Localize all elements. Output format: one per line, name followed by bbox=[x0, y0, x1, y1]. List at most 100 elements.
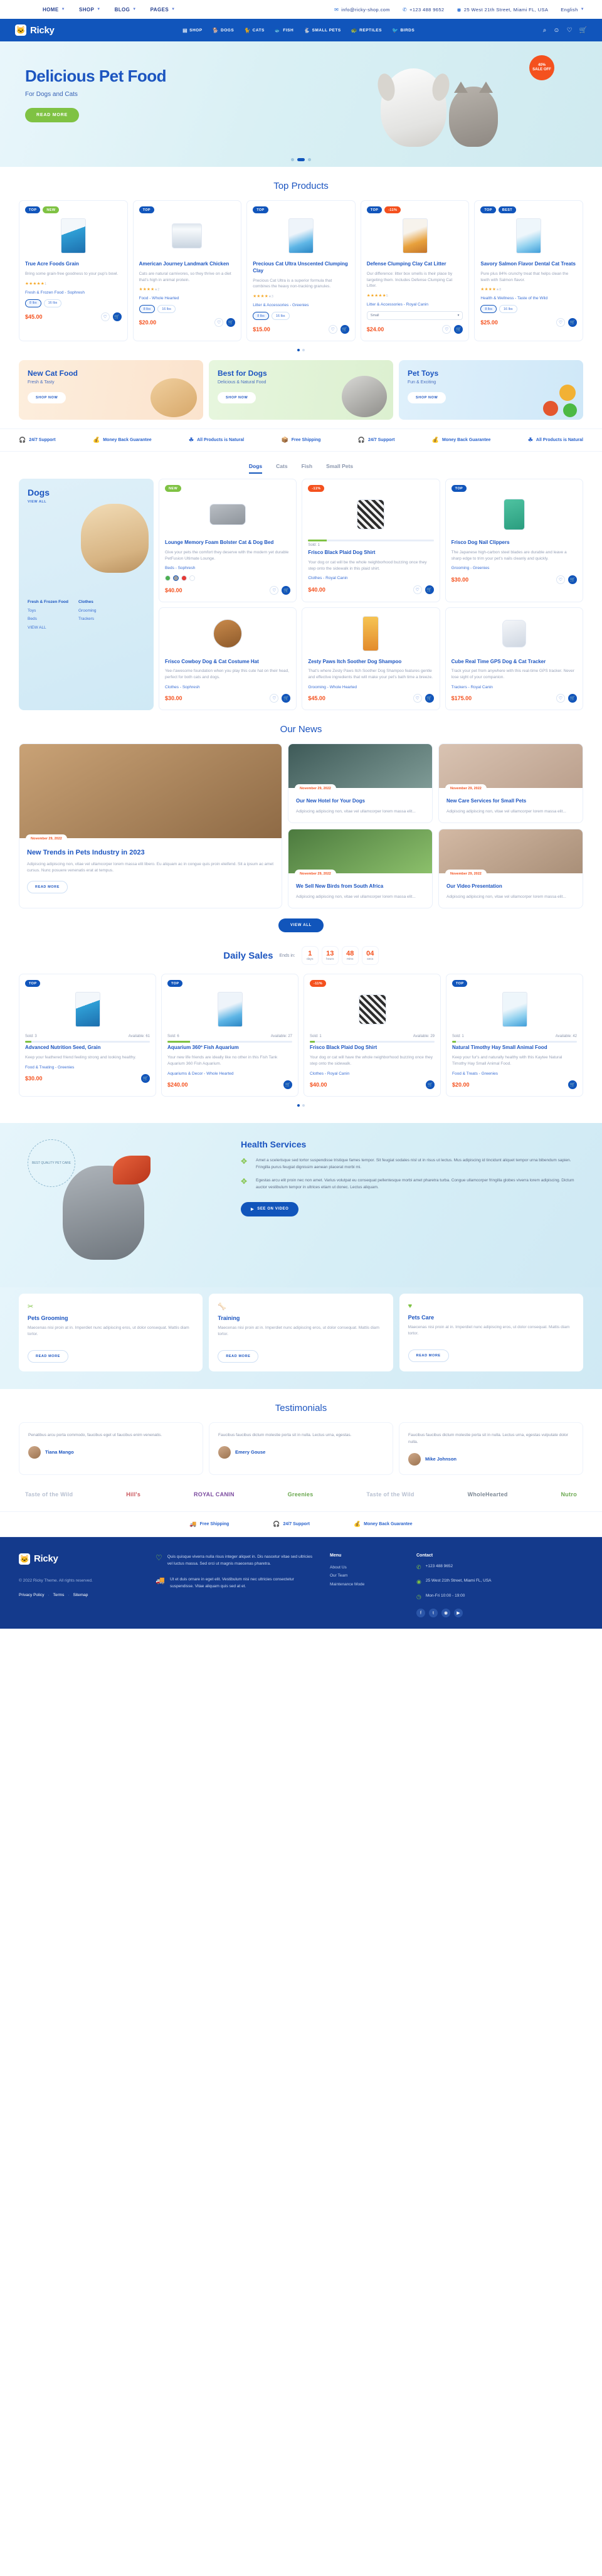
add-to-cart-icon[interactable]: 🛒 bbox=[425, 585, 434, 594]
add-to-cart-icon[interactable]: 🛒 bbox=[282, 585, 291, 595]
heart-icon[interactable]: ♡ bbox=[567, 27, 573, 34]
product-title[interactable]: Aquarium 360º Fish Aquarium bbox=[167, 1045, 292, 1051]
product-title[interactable]: True Acre Foods Grain bbox=[25, 261, 122, 268]
add-to-cart-icon[interactable]: 🛒 bbox=[282, 693, 291, 703]
product-title[interactable]: Frisco Black Plaid Dog Shirt bbox=[308, 550, 433, 556]
carousel-dot[interactable] bbox=[302, 1104, 305, 1107]
wishlist-icon[interactable]: ♡ bbox=[556, 575, 565, 584]
size-option[interactable]: 16 lbs bbox=[499, 305, 517, 314]
product-title[interactable]: Advanced Nutrition Seed, Grain bbox=[25, 1045, 150, 1051]
site-logo[interactable]: 🐱 Ricky bbox=[15, 24, 55, 36]
size-option[interactable]: 8 lbs bbox=[25, 299, 41, 307]
article-title[interactable]: Our Video Presentation bbox=[446, 883, 575, 890]
top-nav-item-shop[interactable]: SHOP ▼ bbox=[79, 7, 101, 13]
size-option[interactable]: 8 lbs bbox=[253, 312, 269, 321]
cart-icon[interactable]: 🛒 bbox=[579, 27, 587, 34]
add-to-cart-icon[interactable]: 🛒 bbox=[568, 575, 577, 584]
promo-link[interactable]: Beds bbox=[28, 615, 68, 624]
news-card[interactable]: November 29, 2022 Our New Hotel for Your… bbox=[288, 743, 433, 824]
color-swatch-red[interactable] bbox=[181, 575, 187, 581]
category-banner-cat-food[interactable]: New Cat Food Fresh & Tasty SHOP NOW bbox=[19, 360, 203, 420]
nav-item-reptiles[interactable]: 🐢 REPTILES bbox=[351, 28, 382, 33]
news-card[interactable]: November 29, 2022 We Sell New Birds from… bbox=[288, 829, 433, 909]
instagram-icon[interactable]: ◉ bbox=[441, 1609, 450, 1618]
product-title[interactable]: Precious Cat Ultra Unscented Clumping Cl… bbox=[253, 261, 349, 275]
service-read-more-button[interactable]: READ MORE bbox=[28, 1349, 69, 1363]
promo-link-view-all[interactable]: VIEW ALL bbox=[28, 624, 68, 632]
add-to-cart-icon[interactable]: 🛒 bbox=[568, 693, 577, 703]
category-banner-dogs[interactable]: Best for Dogs Delicious & Natural Food S… bbox=[209, 360, 393, 420]
article-title[interactable]: New Care Services for Small Pets bbox=[446, 798, 575, 805]
service-read-more-button[interactable]: READ MORE bbox=[408, 1349, 449, 1362]
footer-menu-link-about[interactable]: About Us bbox=[330, 1563, 399, 1572]
add-to-cart-icon[interactable]: 🛒 bbox=[141, 1073, 150, 1083]
size-option[interactable]: 16 lbs bbox=[157, 305, 176, 314]
product-title[interactable]: Lounge Memory Foam Bolster Cat & Dog Bed bbox=[165, 540, 290, 546]
add-to-cart-icon[interactable]: 🛒 bbox=[425, 693, 434, 703]
twitter-icon[interactable]: t bbox=[429, 1609, 438, 1618]
size-option[interactable]: 8 lbs bbox=[139, 305, 156, 314]
wishlist-icon[interactable]: ♡ bbox=[270, 585, 279, 595]
add-to-cart-icon[interactable]: 🛒 bbox=[283, 1080, 292, 1089]
wishlist-icon[interactable]: ♡ bbox=[328, 325, 337, 334]
wishlist-icon[interactable]: ♡ bbox=[100, 312, 110, 321]
color-swatch-gray[interactable] bbox=[173, 575, 179, 581]
news-card[interactable]: November 29, 2022 New Care Services for … bbox=[438, 743, 583, 824]
footer-menu-link-maintenance[interactable]: Maintenance Mode bbox=[330, 1580, 399, 1589]
youtube-icon[interactable]: ▶ bbox=[454, 1609, 463, 1618]
product-title[interactable]: Frisco Black Plaid Dog Shirt bbox=[310, 1045, 435, 1051]
add-to-cart-icon[interactable]: 🛒 bbox=[426, 1080, 435, 1089]
carousel-dot[interactable] bbox=[302, 349, 305, 352]
carousel-dot[interactable] bbox=[291, 158, 294, 161]
wishlist-icon[interactable]: ♡ bbox=[413, 693, 422, 703]
add-to-cart-icon[interactable]: 🛒 bbox=[340, 325, 349, 334]
user-icon[interactable]: ☺ bbox=[553, 27, 559, 34]
size-select[interactable]: Small ▾ bbox=[366, 311, 463, 321]
article-read-more-button[interactable]: READ MORE bbox=[27, 880, 68, 893]
add-to-cart-icon[interactable]: 🛒 bbox=[226, 318, 236, 327]
product-card[interactable]: -11% Sold: 1 Frisco Black Plaid Dog Shir… bbox=[302, 479, 440, 602]
service-card-grooming[interactable]: ✂ Pets Grooming Maecenas nisi proin at i… bbox=[19, 1293, 203, 1371]
promo-link[interactable]: Grooming bbox=[78, 607, 97, 615]
promo-link[interactable]: Toys bbox=[28, 607, 68, 615]
facebook-icon[interactable]: f bbox=[416, 1609, 425, 1618]
add-to-cart-icon[interactable]: 🛒 bbox=[112, 312, 122, 321]
category-banner-toys[interactable]: Pet Toys Fun & Exciting SHOP NOW bbox=[399, 360, 583, 420]
carousel-dot[interactable] bbox=[308, 158, 311, 161]
hero-cta-button[interactable]: READ MORE bbox=[25, 108, 79, 122]
banner-cta-button[interactable]: SHOP NOW bbox=[28, 392, 66, 404]
wishlist-icon[interactable]: ♡ bbox=[270, 693, 279, 703]
promo-link-heading[interactable]: Clothes bbox=[78, 598, 97, 607]
nav-item-dogs[interactable]: 🐕 DOGS bbox=[213, 28, 235, 33]
promo-link-heading[interactable]: Fresh & Frozen Food bbox=[28, 598, 68, 607]
add-to-cart-icon[interactable]: 🛒 bbox=[454, 325, 463, 334]
promo-link[interactable]: Trackers bbox=[78, 615, 97, 624]
wishlist-icon[interactable]: ♡ bbox=[556, 693, 565, 703]
footer-menu-link-team[interactable]: Our Team bbox=[330, 1572, 399, 1580]
language-selector[interactable]: English ▼ bbox=[561, 7, 584, 13]
tab-small-pets[interactable]: Small Pets bbox=[326, 463, 353, 474]
product-card[interactable]: TOP Sold: 6 Available: 27 Aquarium 360º F… bbox=[161, 974, 298, 1097]
nav-item-cats[interactable]: 🐈 CATS bbox=[244, 28, 265, 33]
top-nav-item-blog[interactable]: BLOG ▼ bbox=[115, 7, 137, 13]
article-title[interactable]: We Sell New Birds from South Africa bbox=[296, 883, 425, 890]
see-video-button[interactable]: ▶ SEE ON VIDEO bbox=[241, 1201, 299, 1216]
product-title[interactable]: Savory Salmon Flavor Dental Cat Treats bbox=[480, 261, 577, 268]
top-nav-item-pages[interactable]: PAGES ▼ bbox=[150, 7, 176, 13]
size-option[interactable]: 16 lbs bbox=[43, 299, 62, 307]
article-title[interactable]: Our New Hotel for Your Dogs bbox=[296, 798, 425, 805]
carousel-dot-active[interactable] bbox=[297, 158, 305, 161]
product-title[interactable]: Natural Timothy Hay Small Animal Food bbox=[452, 1045, 577, 1051]
size-option[interactable]: 16 lbs bbox=[271, 312, 290, 321]
banner-cta-button[interactable]: SHOP NOW bbox=[408, 392, 446, 404]
service-card-training[interactable]: 🦴 Training Maecenas nisi proin at in. Im… bbox=[209, 1293, 393, 1371]
article-title[interactable]: New Trends in Pets Industry in 2023 bbox=[27, 848, 274, 858]
product-card[interactable]: TOP -11% Defense Clumping Clay Cat Litte… bbox=[360, 200, 470, 342]
product-title[interactable]: Frisco Cowboy Dog & Cat Costume Hat bbox=[165, 659, 290, 666]
privacy-policy-link[interactable]: Privacy Policy bbox=[19, 1593, 44, 1597]
tab-cats[interactable]: Cats bbox=[276, 463, 287, 474]
top-nav-item-home[interactable]: HOME ▼ bbox=[43, 7, 65, 13]
add-to-cart-icon[interactable]: 🛒 bbox=[568, 1080, 577, 1089]
service-read-more-button[interactable]: READ MORE bbox=[218, 1349, 259, 1363]
color-swatch-green[interactable] bbox=[165, 575, 171, 581]
